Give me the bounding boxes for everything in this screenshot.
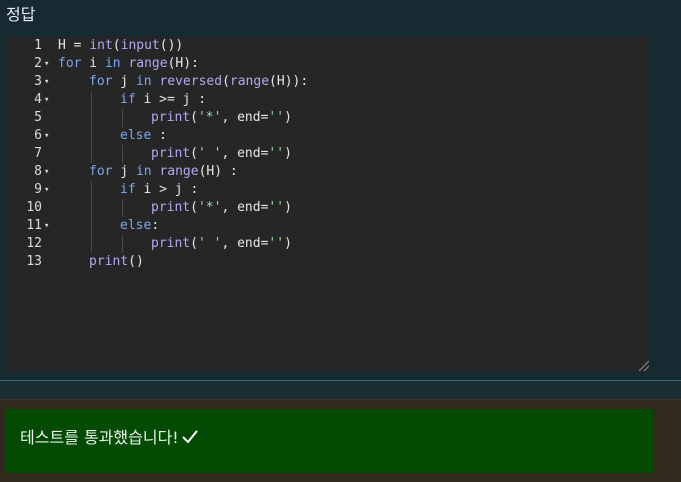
- check-icon: [182, 428, 198, 450]
- line-number: 6: [34, 128, 42, 143]
- indent-guide: [91, 235, 92, 253]
- code-text: else :: [120, 128, 167, 143]
- fold-arrow-icon[interactable]: ▾: [44, 91, 52, 109]
- indent-guide: [91, 217, 92, 235]
- fold-arrow-icon[interactable]: ▾: [44, 163, 52, 181]
- code-text: H = int(input()): [58, 38, 184, 53]
- resize-handle[interactable]: [639, 361, 649, 371]
- code-line: 8 ▾ for j in range(H) :: [5, 163, 649, 181]
- line-number: 13: [26, 254, 42, 269]
- indent-guide: [91, 91, 92, 109]
- result-message-text: 테스트를 통과했습니다!: [20, 428, 179, 447]
- result-message: 테스트를 통과했습니다!: [20, 427, 198, 450]
- code-text: for i in range(H):: [58, 56, 199, 71]
- code-line: 11 ▾ else:: [5, 217, 649, 235]
- code-line: 5 print('*', end=''): [5, 109, 649, 127]
- code-line: 1 H = int(input()): [5, 37, 649, 55]
- line-number: 10: [26, 200, 42, 215]
- fold-arrow-icon[interactable]: ▾: [44, 217, 52, 235]
- indent-guide: [122, 235, 123, 253]
- fold-arrow-icon[interactable]: ▾: [44, 127, 52, 145]
- line-number: 3: [34, 74, 42, 89]
- line-number: 4: [34, 92, 42, 107]
- code-text: if i > j :: [120, 182, 199, 197]
- code-line: 10 print('*', end=''): [5, 199, 649, 217]
- code-text: print('*', end=''): [151, 110, 292, 125]
- panel-divider[interactable]: [0, 380, 681, 400]
- line-number: 7: [34, 146, 42, 161]
- indent-guide: [122, 199, 123, 217]
- result-message-box: 테스트를 통과했습니다!: [5, 409, 653, 473]
- code-line: 9 ▾ if i > j :: [5, 181, 649, 199]
- code-line: 7 print(' ', end=''): [5, 145, 649, 163]
- code-line: 12 print(' ', end=''): [5, 235, 649, 253]
- indent-guide: [91, 109, 92, 127]
- code-text: for j in range(H) :: [89, 164, 238, 179]
- code-text: print(): [89, 254, 144, 269]
- code-text: else:: [120, 218, 160, 233]
- line-number: 5: [34, 110, 42, 125]
- panel-title: 정답: [6, 5, 36, 24]
- result-panel: 테스트를 통과했습니다!: [0, 400, 681, 482]
- code-text: print(' ', end=''): [151, 146, 292, 161]
- code-text: print('*', end=''): [151, 200, 292, 215]
- fold-arrow-icon[interactable]: ▾: [44, 73, 52, 91]
- indent-guide: [91, 199, 92, 217]
- fold-arrow-icon[interactable]: ▾: [44, 181, 52, 199]
- code-text: if i >= j :: [120, 92, 207, 107]
- line-number: 1: [34, 38, 42, 53]
- code-line: 4 ▾ if i >= j :: [5, 91, 649, 109]
- line-number: 12: [26, 236, 42, 251]
- indent-guide: [122, 145, 123, 163]
- code-editor[interactable]: 1H = int(input()) 2 ▾ for i in range(H): 3 ▾ f…: [5, 37, 649, 371]
- line-number: 11: [26, 218, 42, 233]
- indent-guide: [91, 181, 92, 199]
- code-line: 13 print(): [5, 253, 649, 271]
- line-number: 2: [34, 56, 42, 71]
- fold-arrow-icon[interactable]: ▾: [44, 55, 52, 73]
- code-line: 3 ▾ for j in reversed(range(H)):: [5, 73, 649, 91]
- code-line: 6 ▾ else :: [5, 127, 649, 145]
- indent-guide: [91, 127, 92, 145]
- code-text: print(' ', end=''): [151, 236, 292, 251]
- line-number: 8: [34, 164, 42, 179]
- answer-panel: 정답 1H = int(input()) 2 ▾ for i in range(H):…: [0, 0, 681, 380]
- indent-guide: [91, 145, 92, 163]
- code-text: for j in reversed(range(H)):: [89, 74, 309, 89]
- code-line: 2 ▾ for i in range(H):: [5, 55, 649, 73]
- indent-guide: [122, 109, 123, 127]
- line-number: 9: [34, 182, 42, 197]
